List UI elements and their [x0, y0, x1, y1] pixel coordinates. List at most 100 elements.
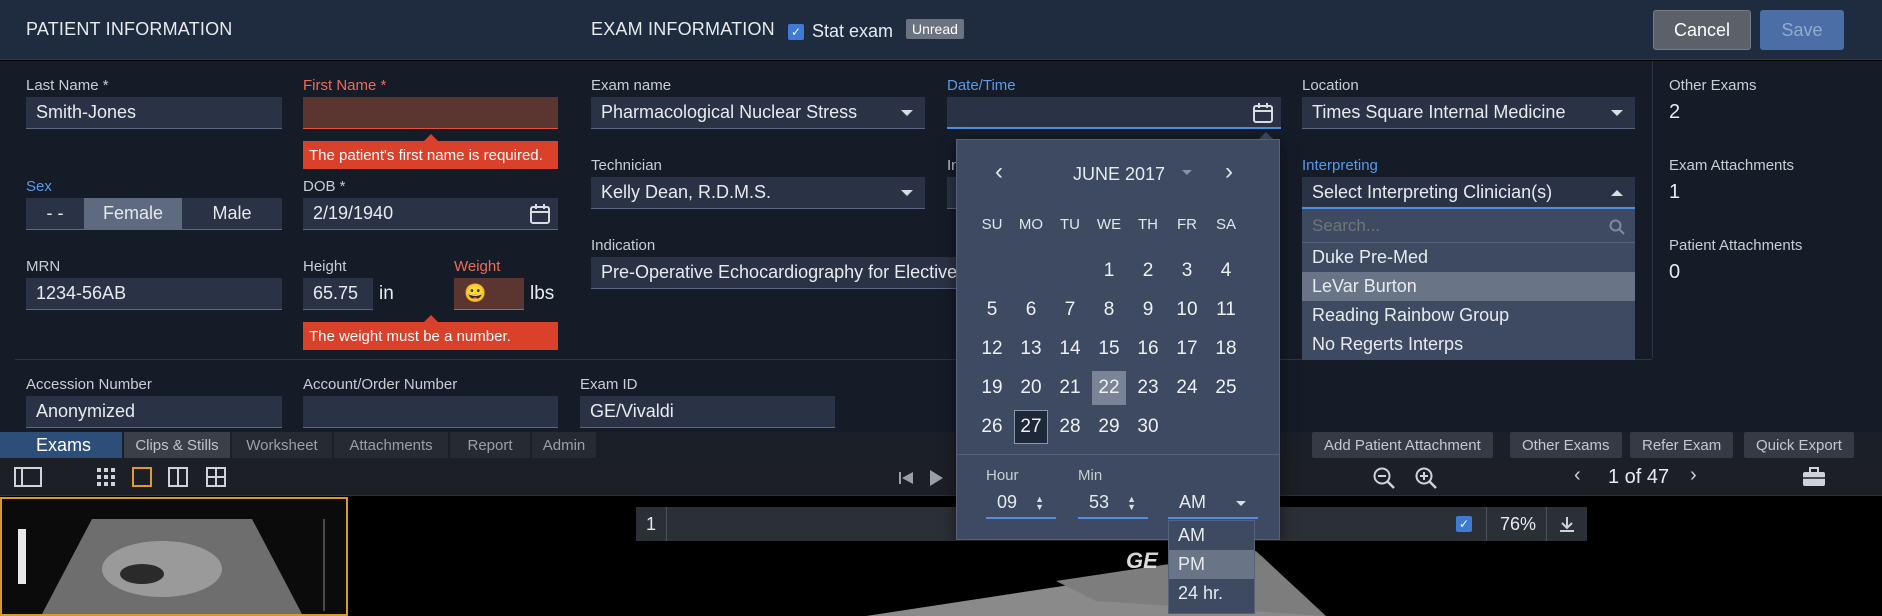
day-of-week-label: MO — [1018, 216, 1044, 233]
calendar-day[interactable]: 20 — [1014, 371, 1048, 405]
tab-exams[interactable]: Exams — [0, 432, 122, 458]
sex-option-unspecified[interactable]: - - — [26, 198, 84, 229]
calendar-day[interactable]: 21 — [1053, 371, 1087, 405]
zoom-in-icon[interactable] — [1414, 466, 1438, 490]
calendar-day[interactable]: 11 — [1209, 293, 1243, 327]
add-patient-attachment-button[interactable]: Add Patient Attachment — [1312, 432, 1493, 458]
calendar-day[interactable]: 8 — [1092, 293, 1126, 327]
interpreting-option[interactable]: LeVar Burton — [1302, 272, 1635, 301]
calendar-icon[interactable] — [1253, 103, 1273, 123]
sidebar-toggle-icon[interactable] — [14, 466, 42, 488]
calendar-day[interactable]: 6 — [1014, 293, 1048, 327]
cancel-button[interactable]: Cancel — [1653, 10, 1751, 50]
other-exams-button[interactable]: Other Exams — [1510, 432, 1622, 458]
calendar-day[interactable]: 1 — [1092, 254, 1126, 288]
zoom-out-icon[interactable] — [1372, 466, 1396, 490]
checkmark-icon: ✓ — [788, 23, 804, 40]
month-year-label[interactable]: JUNE 2017 — [1073, 164, 1165, 185]
location-select[interactable]: Times Square Internal Medicine — [1302, 97, 1635, 129]
viewer-select-checkbox[interactable]: ✓ — [1456, 516, 1472, 532]
prev-month-icon[interactable]: ‹ — [995, 158, 1003, 186]
tab-report[interactable]: Report — [450, 432, 530, 458]
technician-select[interactable]: Kelly Dean, R.D.M.S. — [591, 177, 925, 209]
ampm-option[interactable]: AM — [1169, 521, 1254, 550]
stat-exam-checkbox[interactable]: ✓ Stat exam — [788, 21, 893, 42]
month-dropdown-icon[interactable] — [1182, 170, 1192, 175]
pager-next-icon[interactable]: › — [1690, 464, 1697, 487]
weight-error: The weight must be a number. — [303, 315, 558, 350]
sex-option-female[interactable]: Female — [84, 198, 182, 229]
calendar-day[interactable]: 19 — [975, 371, 1009, 405]
last-name-field[interactable]: Smith-Jones — [26, 97, 282, 129]
indication-field[interactable]: Pre-Operative Echocardiography for Elect… — [591, 257, 971, 289]
refer-exam-button[interactable]: Refer Exam — [1630, 432, 1734, 458]
single-layout-icon[interactable] — [132, 467, 152, 487]
hour-stepper[interactable]: 09 ▲ ▼ — [986, 487, 1056, 519]
height-field[interactable]: 65.75 — [303, 278, 373, 310]
calendar-day[interactable]: 9 — [1131, 293, 1165, 327]
download-icon[interactable] — [1558, 515, 1576, 533]
exam-id-field[interactable]: GE/Vivaldi — [580, 396, 835, 428]
skip-to-start-icon[interactable] — [898, 470, 914, 486]
play-icon[interactable] — [928, 469, 944, 487]
calendar-day[interactable]: 2 — [1131, 254, 1165, 288]
calendar-day[interactable]: 3 — [1170, 254, 1204, 288]
tab-clips-stills[interactable]: Clips & Stills — [124, 432, 230, 458]
exam-name-select[interactable]: Pharmacological Nuclear Stress — [591, 97, 925, 129]
accession-field[interactable]: Anonymized — [26, 396, 282, 428]
exam-attachments-count: 1 — [1669, 181, 1681, 203]
calendar-day[interactable]: 10 — [1170, 293, 1204, 327]
calendar-day[interactable]: 14 — [1053, 332, 1087, 366]
calendar-day[interactable]: 17 — [1170, 332, 1204, 366]
calendar-day[interactable]: 5 — [975, 293, 1009, 327]
interpreting-select[interactable]: Select Interpreting Clinician(s) — [1302, 177, 1635, 209]
calendar-day[interactable]: 24 — [1170, 371, 1204, 405]
calendar-day[interactable]: 28 — [1053, 410, 1087, 444]
dob-value: 2/19/1940 — [313, 203, 394, 223]
calendar-day[interactable]: 22 — [1092, 371, 1126, 405]
four-grid-layout-icon[interactable] — [206, 467, 226, 487]
briefcase-icon[interactable] — [1802, 467, 1826, 487]
tab-admin[interactable]: Admin — [532, 432, 596, 458]
calendar-day[interactable]: 16 — [1131, 332, 1165, 366]
calendar-day[interactable]: 13 — [1014, 332, 1048, 366]
calendar-day[interactable]: 25 — [1209, 371, 1243, 405]
height-unit: in — [379, 283, 394, 304]
mrn-field[interactable]: 1234-56AB — [26, 278, 282, 310]
quick-export-button[interactable]: Quick Export — [1744, 432, 1854, 458]
calendar-day[interactable]: 27 — [1014, 410, 1048, 444]
ampm-option[interactable]: PM — [1169, 550, 1254, 579]
calendar-day[interactable]: 15 — [1092, 332, 1126, 366]
calendar-day[interactable]: 7 — [1053, 293, 1087, 327]
tab-worksheet[interactable]: Worksheet — [232, 432, 332, 458]
interpreting-option[interactable]: No Regerts Interps — [1302, 330, 1635, 359]
interpreting-search-input[interactable] — [1302, 209, 1592, 243]
pager-prev-icon[interactable]: ‹ — [1574, 464, 1581, 487]
calendar-icon[interactable] — [530, 204, 550, 224]
calendar-day[interactable]: 23 — [1131, 371, 1165, 405]
dob-field[interactable]: 2/19/1940 — [303, 198, 558, 230]
datetime-field[interactable] — [947, 97, 1281, 129]
first-name-field[interactable] — [303, 97, 558, 129]
sex-option-male[interactable]: Male — [182, 198, 282, 229]
interpreting-option[interactable]: Duke Pre-Med — [1302, 243, 1635, 272]
calendar-day[interactable]: 12 — [975, 332, 1009, 366]
save-button[interactable]: Save — [1760, 10, 1844, 50]
account-order-field[interactable] — [303, 396, 558, 428]
calendar-day[interactable]: 4 — [1209, 254, 1243, 288]
calendar-day[interactable]: 26 — [975, 410, 1009, 444]
calendar-day[interactable]: 29 — [1092, 410, 1126, 444]
minute-stepper[interactable]: 53 ▲ ▼ — [1078, 487, 1148, 519]
ampm-option[interactable]: 24 hr. — [1169, 579, 1254, 608]
tab-attachments[interactable]: Attachments — [334, 432, 448, 458]
two-column-layout-icon[interactable] — [168, 467, 188, 487]
interpreting-option[interactable]: Reading Rainbow Group — [1302, 301, 1635, 330]
calendar-day[interactable]: 30 — [1131, 410, 1165, 444]
ampm-select[interactable]: AM — [1168, 487, 1258, 519]
thumbnail-ultrasound[interactable] — [0, 497, 348, 616]
other-exams-count: 2 — [1669, 101, 1681, 123]
grid-small-icon[interactable] — [96, 467, 116, 487]
weight-field[interactable]: 😀 — [454, 278, 524, 310]
calendar-day[interactable]: 18 — [1209, 332, 1243, 366]
next-month-icon[interactable]: › — [1225, 158, 1233, 186]
